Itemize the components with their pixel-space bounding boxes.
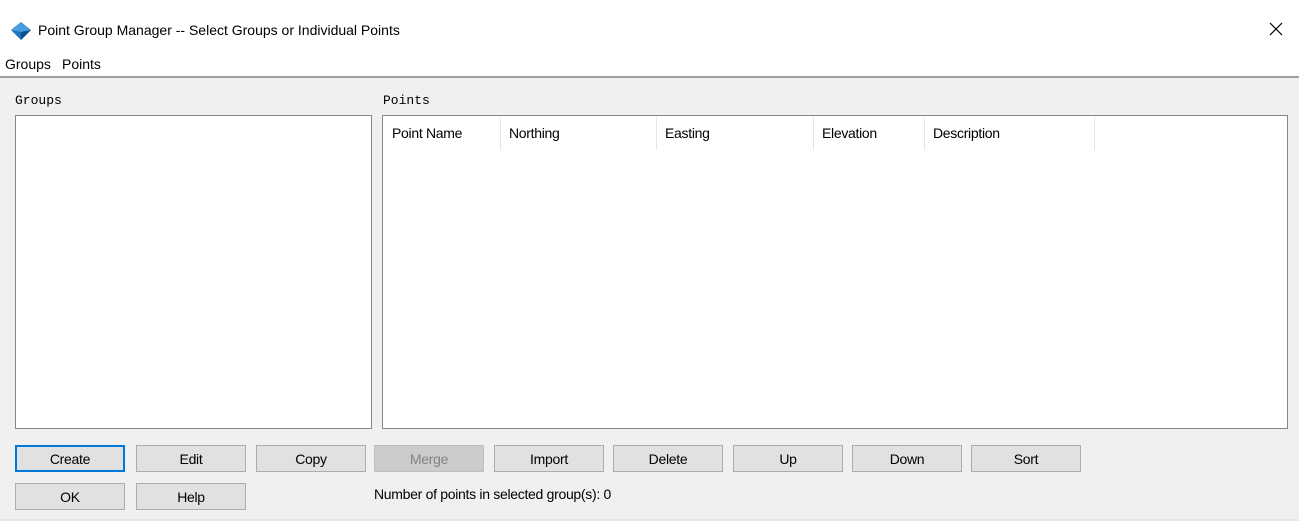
menu-points[interactable]: Points	[62, 56, 101, 72]
column-header-elevation[interactable]: Elevation	[814, 117, 925, 150]
down-button[interactable]: Down	[852, 445, 962, 472]
delete-button[interactable]: Delete	[613, 445, 723, 472]
point-group-manager-window: Point Group Manager -- Select Groups or …	[0, 0, 1299, 521]
points-count-status: Number of points in selected group(s): 0	[374, 486, 612, 502]
sort-button[interactable]: Sort	[971, 445, 1081, 472]
column-header-northing[interactable]: Northing	[501, 117, 657, 150]
edit-button[interactable]: Edit	[136, 445, 246, 472]
import-button[interactable]: Import	[494, 445, 604, 472]
app-icon	[10, 21, 32, 41]
menu-groups[interactable]: Groups	[5, 56, 51, 72]
column-header-point-name[interactable]: Point Name	[384, 117, 501, 150]
merge-button[interactable]: Merge	[374, 445, 484, 472]
title-bar: Point Group Manager -- Select Groups or …	[0, 0, 1299, 52]
groups-list[interactable]	[15, 115, 372, 429]
window-title: Point Group Manager -- Select Groups or …	[38, 22, 400, 38]
close-icon	[1269, 22, 1283, 39]
help-button[interactable]: Help	[136, 483, 246, 510]
menu-bar: Groups Points	[0, 52, 1299, 76]
column-header-description[interactable]: Description	[925, 117, 1095, 150]
points-list[interactable]: Point Name Northing Easting Elevation De…	[382, 115, 1288, 429]
up-button[interactable]: Up	[733, 445, 843, 472]
copy-button[interactable]: Copy	[256, 445, 366, 472]
close-button[interactable]	[1253, 8, 1299, 52]
menu-separator	[0, 76, 1299, 78]
ok-button[interactable]: OK	[15, 483, 125, 510]
groups-label: Groups	[15, 93, 62, 108]
create-button[interactable]: Create	[15, 445, 125, 472]
points-list-header: Point Name Northing Easting Elevation De…	[384, 117, 1286, 150]
points-label: Points	[383, 93, 430, 108]
column-header-easting[interactable]: Easting	[657, 117, 814, 150]
